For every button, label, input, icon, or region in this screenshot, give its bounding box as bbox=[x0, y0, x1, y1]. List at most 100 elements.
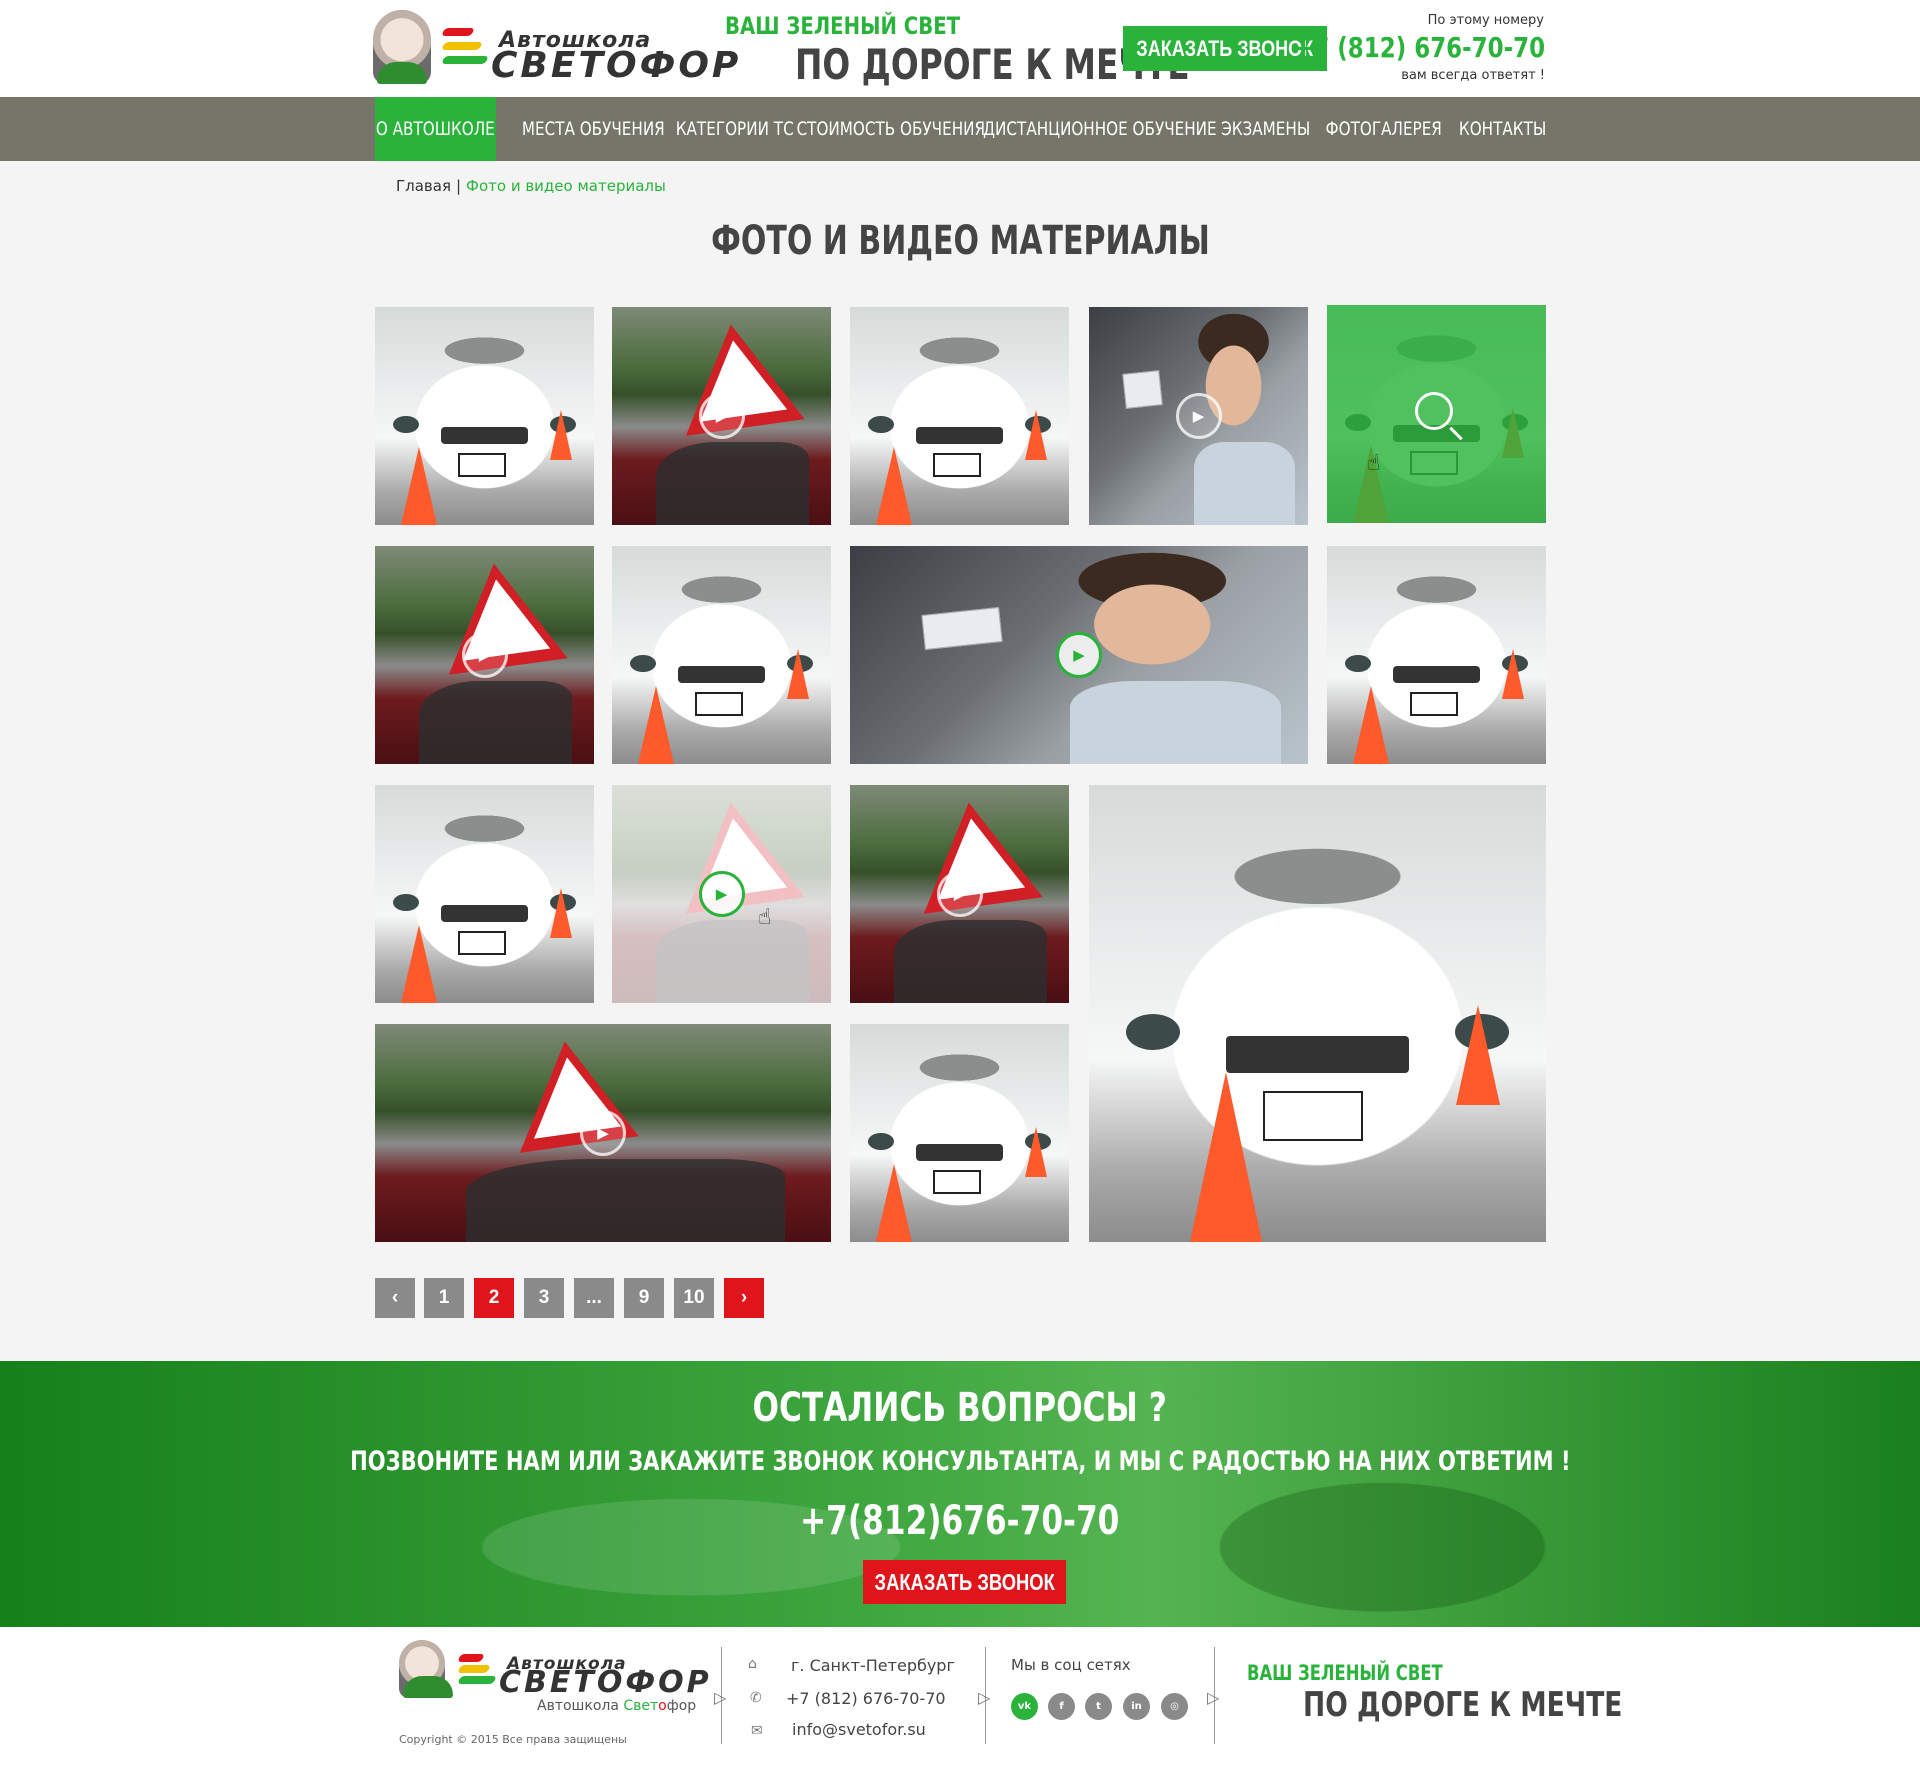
page-title: ФОТО И ВИДЕО МАТЕРИАЛЫ bbox=[0, 218, 1920, 264]
pagination-ellipsis: ... bbox=[574, 1278, 614, 1318]
cta-order-call-button[interactable]: ЗАКАЗАТЬ ЗВОНОК bbox=[863, 1560, 1066, 1604]
footer-brand: Автошкола Светофор bbox=[537, 1698, 696, 1714]
pagination-next-icon[interactable]: › bbox=[724, 1278, 764, 1318]
gallery-item[interactable]: ▶ bbox=[612, 307, 831, 525]
gallery-item[interactable]: ▶ bbox=[850, 785, 1069, 1003]
gallery-item[interactable] bbox=[375, 307, 594, 525]
home-icon: ⌂ bbox=[748, 1656, 757, 1672]
logo-big-text: СВЕТОФОР bbox=[499, 1665, 712, 1700]
site-logo[interactable]: Автошкола СВЕТОФОР bbox=[373, 10, 738, 84]
footer-brand-part1: Свет bbox=[623, 1698, 659, 1714]
breadcrumb-home[interactable]: Главая bbox=[396, 177, 451, 195]
nav-item-label: СТОИМОСТЬ ОБУЧЕНИЯ bbox=[796, 118, 985, 140]
gallery-item[interactable]: ▶ bbox=[1089, 307, 1308, 525]
nav-item-categories[interactable]: КАТЕГОРИИ ТС bbox=[676, 97, 794, 161]
gallery-item[interactable]: ▶ bbox=[375, 1024, 831, 1242]
cta-order-call-label: ЗАКАЗАТЬ ЗВОНОК bbox=[874, 1568, 1055, 1595]
hand-cursor-icon: ☝ bbox=[758, 905, 772, 930]
footer-email[interactable]: info@svetofor.su bbox=[792, 1720, 926, 1739]
nav-item-about[interactable]: О АВТОШКОЛЕ bbox=[375, 97, 496, 161]
play-icon[interactable]: ▶ bbox=[461, 632, 508, 678]
play-icon[interactable]: ▶ bbox=[1175, 393, 1222, 439]
phone-note-top: По этому номеру bbox=[1427, 13, 1544, 28]
breadcrumb-current: Фото и видео материалы bbox=[466, 177, 666, 195]
gallery-item[interactable] bbox=[375, 785, 594, 1003]
footer-logo[interactable]: Автошкола СВЕТОФОР bbox=[399, 1640, 709, 1698]
footer-tagline-green: ВАШ ЗЕЛЕНЫЙ СВЕТ bbox=[1247, 1661, 1443, 1685]
social-title: Мы в соц сетях bbox=[1011, 1656, 1131, 1674]
footer-city: г. Санкт-Петербург bbox=[791, 1656, 955, 1675]
header-phone[interactable]: +7 (812) 676-70-70 bbox=[1294, 31, 1545, 64]
main-nav: О АВТОШКОЛЕ МЕСТА ОБУЧЕНИЯ КАТЕГОРИИ ТС … bbox=[0, 97, 1920, 161]
linkedin-icon[interactable]: in bbox=[1123, 1693, 1150, 1720]
pagination-page[interactable]: 9 bbox=[624, 1278, 664, 1318]
nav-item-label: КАТЕГОРИИ ТС bbox=[675, 118, 794, 140]
gallery-item-hover[interactable]: ☝ bbox=[1327, 305, 1546, 523]
play-icon[interactable]: ▶ bbox=[936, 871, 983, 917]
gallery-item[interactable] bbox=[612, 546, 831, 764]
facebook-icon[interactable]: f bbox=[1048, 1693, 1075, 1720]
logo-big-text: СВЕТОФОР bbox=[491, 45, 742, 86]
site-header: Автошкола СВЕТОФОР ВАШ ЗЕЛЕНЫЙ СВЕТ ПО Д… bbox=[0, 0, 1920, 97]
zoom-icon[interactable] bbox=[1414, 392, 1453, 430]
footer-tagline-dark: ПО ДОРОГЕ К МЕЧТЕ bbox=[1303, 1685, 1623, 1725]
nav-item-label: ДИСТАНЦИОННОЕ ОБУЧЕНИЕ bbox=[983, 118, 1217, 140]
play-icon[interactable]: ▶ bbox=[580, 1110, 626, 1156]
gallery-item-large[interactable] bbox=[1089, 785, 1546, 1242]
breadcrumb: Главая | Фото и видео материалы bbox=[396, 177, 666, 195]
vk-icon[interactable]: vk bbox=[1011, 1693, 1038, 1720]
nav-item-exams[interactable]: ЭКЗАМЕНЫ bbox=[1220, 97, 1311, 161]
nav-item-label: ФОТОГАЛЕРЕЯ bbox=[1325, 118, 1443, 140]
play-icon[interactable]: ▶ bbox=[698, 393, 745, 439]
nav-item-label: МЕСТА ОБУЧЕНИЯ bbox=[522, 118, 665, 140]
pagination-page-active[interactable]: 2 bbox=[474, 1278, 514, 1318]
twitter-icon[interactable]: t bbox=[1085, 1693, 1112, 1720]
gallery-item[interactable] bbox=[850, 307, 1069, 525]
gallery-item[interactable]: ▶ bbox=[850, 546, 1308, 764]
nav-item-label: О АВТОШКОЛЕ bbox=[376, 118, 495, 140]
gallery-item[interactable] bbox=[1327, 546, 1546, 764]
cta-phone[interactable]: +7(812)676-70-70 bbox=[0, 1498, 1920, 1544]
cta-subtitle-text: ПОЗВОНИТЕ НАМ ИЛИ ЗАКАЖИТЕ ЗВОНОК КОНСУЛ… bbox=[349, 1446, 1571, 1477]
traffic-light-stripes-icon bbox=[441, 28, 489, 76]
instagram-icon[interactable]: ◎ bbox=[1161, 1693, 1188, 1720]
divider-arrow-icon: ▷ bbox=[1207, 1688, 1220, 1707]
footer-brand-part2: о bbox=[658, 1698, 667, 1714]
divider-arrow-icon: ▷ bbox=[978, 1688, 991, 1707]
page-title-text: ФОТО И ВИДЕО МАТЕРИАЛЫ bbox=[710, 218, 1210, 264]
mail-icon: ✉ bbox=[751, 1723, 763, 1739]
instructor-avatar bbox=[399, 1640, 453, 1698]
nav-item-locations[interactable]: МЕСТА ОБУЧЕНИЯ bbox=[522, 97, 665, 161]
nav-item-label: ЭКЗАМЕНЫ bbox=[1220, 118, 1311, 140]
hand-cursor-icon: ☝ bbox=[1367, 451, 1381, 476]
nav-item-contacts[interactable]: КОНТАКТЫ bbox=[1459, 97, 1547, 161]
nav-item-gallery[interactable]: ФОТОГАЛЕРЕЯ bbox=[1326, 97, 1442, 161]
nav-item-label: КОНТАКТЫ bbox=[1459, 118, 1547, 140]
play-icon[interactable]: ▶ bbox=[698, 871, 745, 917]
pagination-page[interactable]: 10 bbox=[674, 1278, 714, 1318]
pagination-page[interactable]: 1 bbox=[424, 1278, 464, 1318]
cta-title: ОСТАЛИСЬ ВОПРОСЫ ? bbox=[0, 1385, 1920, 1431]
pagination-page[interactable]: 3 bbox=[524, 1278, 564, 1318]
nav-item-pricing[interactable]: СТОИМОСТЬ ОБУЧЕНИЯ bbox=[796, 97, 985, 161]
order-call-label: ЗАКАЗАТЬ ЗВОНОК bbox=[1136, 35, 1314, 61]
footer-brand-prefix: Автошкола bbox=[537, 1698, 624, 1714]
footer-brand-part3: фор bbox=[666, 1698, 697, 1714]
gallery-item[interactable] bbox=[850, 1024, 1069, 1242]
gallery-item-hover[interactable]: ▶ ☝ bbox=[612, 785, 831, 1003]
tagline-green: ВАШ ЗЕЛЕНЫЙ СВЕТ bbox=[725, 12, 961, 40]
footer-copyright: Copyright © 2015 Все права защищены bbox=[399, 1733, 627, 1746]
site-footer bbox=[0, 1627, 1920, 1768]
play-icon[interactable]: ▶ bbox=[1056, 632, 1102, 678]
traffic-light-stripes-icon bbox=[457, 1654, 503, 1702]
footer-phone[interactable]: +7 (812) 676-70-70 bbox=[786, 1689, 946, 1708]
cta-phone-text: +7(812)676-70-70 bbox=[800, 1498, 1120, 1544]
phone-icon: ✆ bbox=[750, 1690, 762, 1706]
instructor-avatar bbox=[373, 10, 431, 84]
cta-subtitle: ПОЗВОНИТЕ НАМ ИЛИ ЗАКАЖИТЕ ЗВОНОК КОНСУЛ… bbox=[0, 1446, 1920, 1477]
nav-item-distance[interactable]: ДИСТАНЦИОННОЕ ОБУЧЕНИЕ bbox=[983, 97, 1216, 161]
gallery-item[interactable]: ▶ bbox=[375, 546, 594, 764]
breadcrumb-separator: | bbox=[455, 177, 462, 195]
pagination-prev-icon[interactable]: ‹ bbox=[375, 1278, 415, 1318]
divider-arrow-icon: ▷ bbox=[714, 1688, 727, 1707]
